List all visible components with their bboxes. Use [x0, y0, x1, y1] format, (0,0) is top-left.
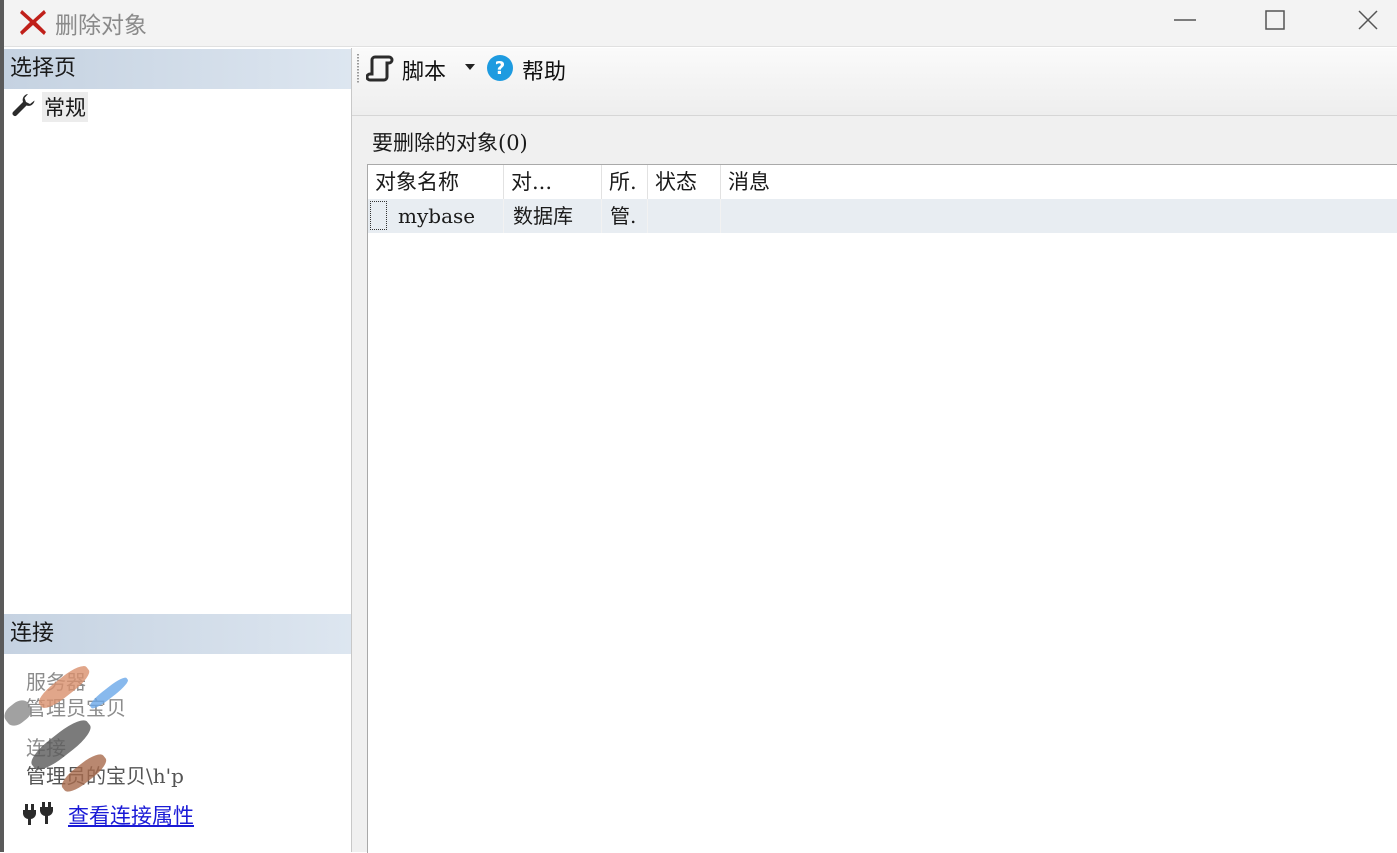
toolbar-grip[interactable]	[357, 54, 359, 84]
cell-status	[648, 199, 721, 233]
column-header-owner[interactable]: 所.	[602, 165, 648, 199]
column-header-status[interactable]: 状态	[648, 165, 721, 199]
left-panel: 选择页 常规 连接 服务器 管理员宝贝 连接 管理员的宝贝\h'p 查看连接属	[0, 48, 352, 852]
grid-header: 对象名称 对... 所. 状态 消息	[368, 165, 1397, 199]
help-icon: ?	[486, 54, 514, 86]
window-title: 删除对象	[55, 13, 147, 39]
cell-owner: 管.	[602, 199, 648, 233]
cell-object-type: 数据库	[504, 199, 602, 233]
close-icon	[1356, 8, 1380, 36]
main-content: 要删除的对象(0) 对象名称 对... 所. 状态 消息 mybase 数据库 …	[352, 116, 1397, 853]
page-item-label: 常规	[42, 92, 88, 122]
column-header-name[interactable]: 对象名称	[368, 165, 504, 199]
help-label: 帮助	[522, 60, 567, 85]
script-button[interactable]: 脚本	[365, 52, 447, 88]
cell-message	[721, 199, 1397, 233]
red-x-delete-icon	[18, 7, 48, 37]
title-bar: 删除对象	[4, 0, 1397, 47]
page-item-general[interactable]: 常规	[10, 92, 88, 122]
minimize-icon	[1173, 8, 1197, 36]
wrench-icon	[10, 92, 36, 122]
script-icon	[365, 54, 394, 86]
help-button[interactable]: ? 帮助	[486, 52, 566, 88]
maximize-icon	[1263, 8, 1287, 36]
toolbar: 脚本 ? 帮助	[352, 48, 1397, 116]
cell-object-name: mybase	[368, 199, 504, 233]
objects-grid[interactable]: 对象名称 对... 所. 状态 消息 mybase 数据库 管.	[367, 164, 1397, 853]
column-header-type[interactable]: 对...	[504, 165, 602, 199]
table-row[interactable]: mybase 数据库 管.	[368, 199, 1397, 233]
view-connection-properties-link[interactable]: 查看连接属性	[68, 800, 194, 830]
objects-to-delete-title: 要删除的对象(0)	[372, 131, 528, 155]
maximize-button[interactable]	[1252, 4, 1298, 40]
minimize-button[interactable]	[1162, 4, 1208, 40]
select-page-header: 选择页	[4, 49, 351, 89]
svg-text:?: ?	[495, 58, 505, 79]
script-dropdown-arrow[interactable]	[465, 64, 475, 70]
column-header-message[interactable]: 消息	[721, 165, 1397, 199]
plug-icon	[22, 798, 54, 832]
close-button[interactable]	[1345, 4, 1391, 40]
script-label: 脚本	[402, 60, 447, 85]
view-connection-properties: 查看连接属性	[22, 798, 194, 832]
connection-header: 连接	[4, 614, 351, 654]
